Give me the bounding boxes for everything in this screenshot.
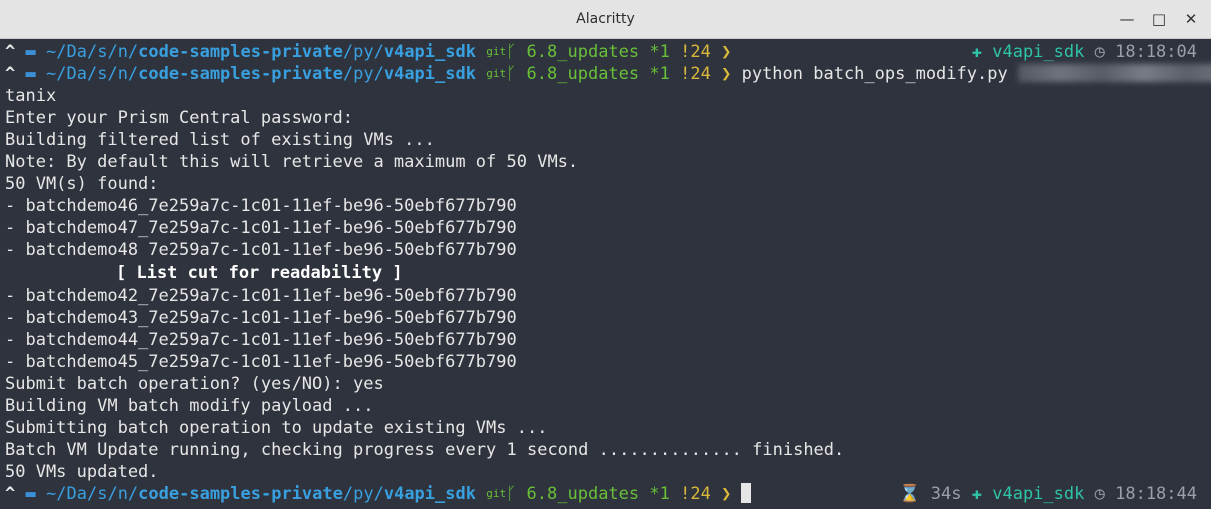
path-slash: / bbox=[342, 42, 354, 62]
path-home: ~/ bbox=[46, 484, 67, 504]
path-home: ~/ bbox=[46, 64, 67, 84]
path-segment: py/ bbox=[353, 64, 384, 84]
terminal-window: Alacritty — □ ✕ ^ ▬ ~/Da/s/n/code-sample… bbox=[0, 0, 1211, 509]
command-duration: 34s bbox=[930, 484, 962, 504]
right-prompt-2: ⌛ 34s ✚ v4api_sdk ◷ 18:18:44 bbox=[899, 483, 1197, 505]
git-untracked: !24 bbox=[680, 42, 711, 62]
path-segment: Da/ bbox=[66, 64, 98, 84]
venv-name: v4api_sdk bbox=[992, 42, 1085, 62]
git-icon: git bbox=[486, 67, 507, 80]
branch-icon: ᚴ bbox=[506, 64, 517, 84]
folder-icon: ▬ bbox=[25, 42, 36, 62]
path-project: v4api_sdk bbox=[383, 484, 476, 504]
folder-icon: ▬ bbox=[25, 64, 36, 84]
vm-list-item: - batchdemo47_7e259a7c-1c01-11ef-be96-50… bbox=[5, 218, 517, 238]
git-icon: git bbox=[486, 487, 507, 500]
vm-list-item: - batchdemo46_7e259a7c-1c01-11ef-be96-50… bbox=[5, 196, 517, 216]
path-segment: s/ bbox=[97, 64, 118, 84]
output-line: 50 VM(s) found: bbox=[5, 174, 159, 194]
output-line: 50 VMs updated. bbox=[5, 462, 159, 482]
git-icon: git bbox=[486, 45, 507, 58]
path-segment: s/ bbox=[97, 42, 118, 62]
prompt-chevron-icon: ❯ bbox=[721, 42, 732, 62]
vm-list-item: - batchdemo42_7e259a7c-1c01-11ef-be96-50… bbox=[5, 286, 517, 306]
clock-icon: ◷ bbox=[1094, 484, 1105, 504]
prompt-line-2: ^ ▬ ~/Da/s/n/code-samples-private/py/v4a… bbox=[5, 63, 1211, 85]
path-segment: py/ bbox=[353, 42, 384, 62]
maximize-icon[interactable]: □ bbox=[1149, 9, 1169, 29]
branch-icon: ᚴ bbox=[506, 42, 517, 62]
prompt-time: 18:18:44 bbox=[1115, 484, 1197, 504]
git-branch: 6.8_updates bbox=[526, 484, 640, 504]
git-modified: *1 bbox=[649, 64, 670, 84]
path-segment: n/ bbox=[117, 42, 139, 62]
venv-name: v4api_sdk bbox=[992, 484, 1085, 504]
path-home: ~/ bbox=[46, 42, 67, 62]
python-venv-icon: ✚ bbox=[971, 42, 982, 62]
terminal-cursor bbox=[741, 483, 752, 503]
path-project: v4api_sdk bbox=[383, 42, 476, 62]
vm-list-item: - batchdemo44_7e259a7c-1c01-11ef-be96-50… bbox=[5, 330, 517, 350]
path-repo: code-samples-private bbox=[138, 42, 343, 62]
close-icon[interactable]: ✕ bbox=[1181, 9, 1201, 29]
clock-icon: ◷ bbox=[1094, 42, 1105, 62]
redacted-arguments bbox=[1017, 64, 1211, 82]
git-modified: *1 bbox=[649, 42, 670, 62]
branch-icon: ᚴ bbox=[506, 484, 517, 504]
prompt-chevron-icon: ❯ bbox=[721, 64, 732, 84]
prompt-chevron-icon: ❯ bbox=[721, 484, 732, 504]
git-untracked: !24 bbox=[680, 484, 711, 504]
path-repo: code-samples-private bbox=[138, 64, 343, 84]
prompt-line-3[interactable]: ^ ▬ ~/Da/s/n/code-samples-private/py/v4a… bbox=[5, 483, 752, 505]
path-segment: n/ bbox=[117, 64, 139, 84]
git-untracked: !24 bbox=[680, 64, 711, 84]
hourglass-icon: ⌛ bbox=[899, 484, 921, 504]
path-project: v4api_sdk bbox=[383, 64, 476, 84]
prompt-arrow-icon: ^ bbox=[5, 42, 16, 62]
path-slash: / bbox=[342, 484, 354, 504]
path-slash: / bbox=[342, 64, 354, 84]
git-branch: 6.8_updates bbox=[526, 64, 640, 84]
output-line: Building VM batch modify payload ... bbox=[5, 396, 374, 416]
path-segment: n/ bbox=[117, 484, 139, 504]
minimize-icon[interactable]: — bbox=[1117, 9, 1137, 29]
path-repo: code-samples-private bbox=[138, 484, 343, 504]
list-cut-note: [ List cut for readability ] bbox=[116, 263, 403, 283]
python-venv-icon: ✚ bbox=[971, 484, 982, 504]
right-prompt-1: ✚ v4api_sdk ◷ 18:18:04 bbox=[972, 41, 1197, 63]
output-line: Batch VM Update running, checking progre… bbox=[5, 440, 845, 460]
path-segment: Da/ bbox=[66, 42, 98, 62]
path-segment: Da/ bbox=[66, 484, 98, 504]
git-branch: 6.8_updates bbox=[526, 42, 640, 62]
vm-list-item: - batchdemo48 7e259a7c-1c01-11ef-be96-50… bbox=[5, 240, 517, 260]
prompt-line-1: ^ ▬ ~/Da/s/n/code-samples-private/py/v4a… bbox=[5, 41, 731, 63]
folder-icon: ▬ bbox=[25, 484, 36, 504]
output-line: Enter your Prism Central password: bbox=[5, 108, 353, 128]
path-segment: py/ bbox=[353, 484, 384, 504]
command-text: python batch_ops_modify.py bbox=[741, 64, 1008, 84]
path-segment: s/ bbox=[97, 484, 118, 504]
terminal-area[interactable]: ^ ▬ ~/Da/s/n/code-samples-private/py/v4a… bbox=[0, 39, 1211, 509]
prompt-arrow-icon: ^ bbox=[5, 484, 16, 504]
git-modified: *1 bbox=[649, 484, 670, 504]
window-title: Alacritty bbox=[576, 11, 635, 27]
title-bar[interactable]: Alacritty — □ ✕ bbox=[0, 0, 1211, 39]
output-line: tanix bbox=[5, 86, 57, 106]
output-line: Submitting batch operation to update exi… bbox=[5, 418, 548, 438]
vm-list-item: - batchdemo45_7e259a7c-1c01-11ef-be96-50… bbox=[5, 352, 517, 372]
prompt-arrow-icon: ^ bbox=[5, 64, 16, 84]
vm-list-item: - batchdemo43_7e259a7c-1c01-11ef-be96-50… bbox=[5, 308, 517, 328]
prompt-time: 18:18:04 bbox=[1115, 42, 1197, 62]
output-line: Note: By default this will retrieve a ma… bbox=[5, 152, 579, 172]
output-line: Building filtered list of existing VMs .… bbox=[5, 130, 435, 150]
output-line: Submit batch operation? (yes/NO): yes bbox=[5, 374, 384, 394]
